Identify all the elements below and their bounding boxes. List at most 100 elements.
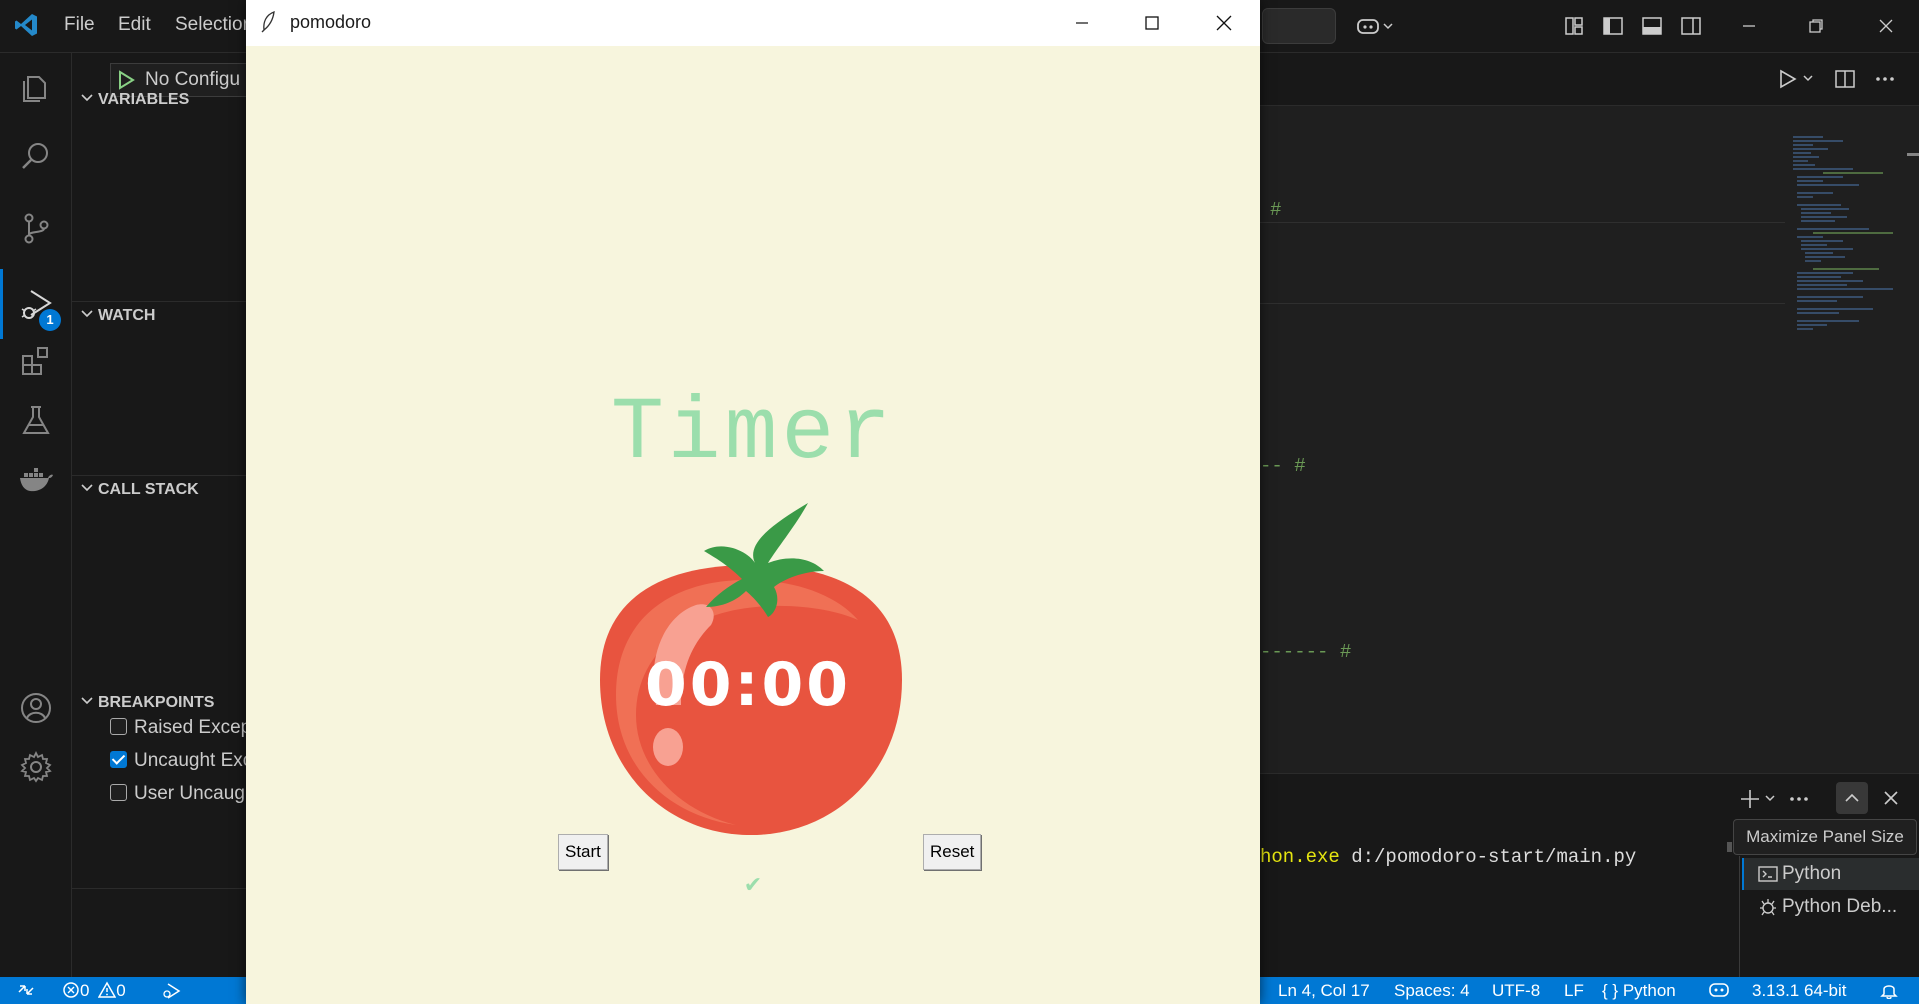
source-control-icon[interactable] (0, 198, 71, 258)
editor-tab-bar (1260, 53, 1919, 106)
terminal-icon (1758, 864, 1778, 884)
pomodoro-window: pomodoro Timer 00:00 Start Reset ✔ (246, 0, 1260, 1004)
chevron-down-icon (80, 91, 98, 109)
testing-icon[interactable] (0, 390, 71, 450)
pomodoro-title-bar[interactable]: pomodoro (246, 0, 1260, 46)
debug-status-icon[interactable] (161, 981, 183, 999)
terminal-item-label: Python Deb... (1782, 896, 1898, 917)
toggle-primary-sidebar-icon[interactable] (1597, 10, 1629, 42)
explorer-icon[interactable] (0, 57, 71, 117)
search-icon[interactable] (0, 126, 71, 186)
breakpoint-raised-exceptions[interactable]: Raised Excep (110, 717, 247, 739)
maximize-panel-icon[interactable] (1836, 782, 1868, 814)
start-debugging-icon[interactable] (117, 70, 135, 90)
watch-label: WATCH (98, 307, 156, 324)
terminal-exe: hon.exe (1260, 846, 1340, 868)
pomodoro-maximize-icon[interactable] (1117, 0, 1187, 46)
variables-section-header[interactable]: VARIABLES (80, 91, 189, 109)
close-panel-icon[interactable] (1881, 788, 1901, 808)
accounts-icon[interactable] (0, 678, 71, 738)
terminal-list-divider (1739, 856, 1740, 978)
end-of-line[interactable]: LF (1564, 981, 1584, 1001)
chevron-down-icon (80, 307, 98, 325)
editor-area: # -- # ------ # (1260, 53, 1919, 773)
tk-feather-icon (260, 11, 278, 33)
breakpoint-label: User Uncaug (134, 783, 245, 804)
debug-badge: 1 (39, 309, 61, 331)
more-actions-icon[interactable] (1874, 68, 1896, 90)
pomodoro-close-icon[interactable] (1189, 0, 1259, 46)
code-comment: -- # (1260, 455, 1306, 477)
reset-button[interactable]: Reset (923, 834, 982, 870)
copilot-icon[interactable] (1352, 10, 1400, 42)
code-comment: # (1270, 199, 1282, 221)
toggle-panel-icon[interactable] (1636, 10, 1668, 42)
breakpoint-user-uncaught[interactable]: User Uncaug (110, 783, 245, 805)
call-stack-section-header[interactable]: CALL STACK (80, 481, 199, 499)
checkbox-checked[interactable] (110, 751, 127, 768)
warning-count: 0 (116, 981, 126, 1000)
braces-icon: { } (1602, 981, 1619, 1000)
checkbox[interactable] (110, 784, 127, 801)
run-python-file-icon[interactable] (1777, 68, 1817, 90)
minimize-icon[interactable] (1733, 10, 1765, 42)
customize-layout-icon[interactable] (1558, 10, 1590, 42)
countdown-text: 00:00 (645, 650, 851, 720)
problems-indicator[interactable]: 0 0 (62, 981, 126, 1001)
run-config-select[interactable]: No Configu (145, 69, 240, 91)
terminal-scroll-thumb[interactable] (1727, 842, 1732, 852)
toggle-secondary-sidebar-icon[interactable] (1675, 10, 1707, 42)
call-stack-label: CALL STACK (98, 481, 199, 498)
vscode-logo-icon (13, 12, 39, 38)
timer-heading: Timer (610, 385, 896, 484)
breakpoint-label: Raised Excep (134, 717, 247, 738)
menu-selection[interactable]: Selection (175, 14, 253, 36)
terminal-item-python[interactable]: Python (1742, 858, 1919, 890)
cursor-position[interactable]: Ln 4, Col 17 (1278, 981, 1370, 1001)
extensions-icon[interactable] (0, 331, 71, 391)
chevron-down-icon (80, 481, 98, 499)
breakpoints-label: BREAKPOINTS (98, 694, 215, 711)
language-mode[interactable]: { } Python (1602, 981, 1676, 1001)
menu-edit[interactable]: Edit (118, 14, 151, 36)
terminal-arg: d:/pomodoro-start/main.py (1339, 846, 1637, 868)
checkmark-label: ✔ (743, 872, 763, 897)
breakpoint-label: Uncaught Exc (134, 750, 247, 771)
command-center[interactable] (1262, 8, 1336, 44)
watch-section-header[interactable]: WATCH (80, 307, 155, 325)
section-divider (72, 475, 247, 476)
remote-icon[interactable] (16, 981, 36, 999)
breakpoints-section-header[interactable]: BREAKPOINTS (80, 694, 214, 712)
start-button[interactable]: Start (558, 834, 608, 870)
error-count: 0 (80, 981, 90, 1000)
checkbox[interactable] (110, 718, 127, 735)
copilot-status-icon[interactable] (1708, 981, 1730, 999)
menu-file[interactable]: File (64, 14, 95, 36)
chevron-down-icon (80, 694, 98, 712)
panel-more-icon[interactable] (1788, 788, 1810, 810)
debug-sidebar: No Configu VARIABLES WATCH CALL STACK BR… (72, 53, 247, 977)
python-interpreter[interactable]: 3.13.1 64-bit (1752, 981, 1847, 1001)
pomodoro-minimize-icon[interactable] (1047, 0, 1117, 46)
code-line-highlight (1260, 222, 1785, 304)
split-editor-icon[interactable] (1834, 68, 1856, 90)
restore-icon[interactable] (1800, 10, 1832, 42)
terminal-item-python-debug[interactable]: Python Deb... (1742, 891, 1919, 923)
run-and-debug-icon[interactable]: 1 (0, 269, 71, 339)
variables-label: VARIABLES (98, 91, 190, 108)
close-icon[interactable] (1870, 10, 1902, 42)
docker-icon[interactable] (0, 449, 71, 509)
debug-console-icon (1758, 897, 1778, 917)
manage-gear-icon[interactable] (0, 737, 71, 797)
editor-scrollbar[interactable] (1907, 153, 1919, 156)
section-divider (72, 888, 247, 889)
indentation[interactable]: Spaces: 4 (1394, 981, 1470, 1001)
terminal-command-line[interactable]: hon.exe d:/pomodoro-start/main.py (1260, 846, 1636, 868)
breakpoint-uncaught-exceptions[interactable]: Uncaught Exc (110, 750, 247, 772)
encoding[interactable]: UTF-8 (1492, 981, 1540, 1001)
code-comment: ------ # (1260, 641, 1352, 663)
section-divider (72, 301, 247, 302)
notifications-bell-icon[interactable] (1880, 981, 1898, 999)
new-terminal-icon[interactable] (1740, 788, 1780, 810)
pomodoro-window-title: pomodoro (290, 12, 372, 32)
